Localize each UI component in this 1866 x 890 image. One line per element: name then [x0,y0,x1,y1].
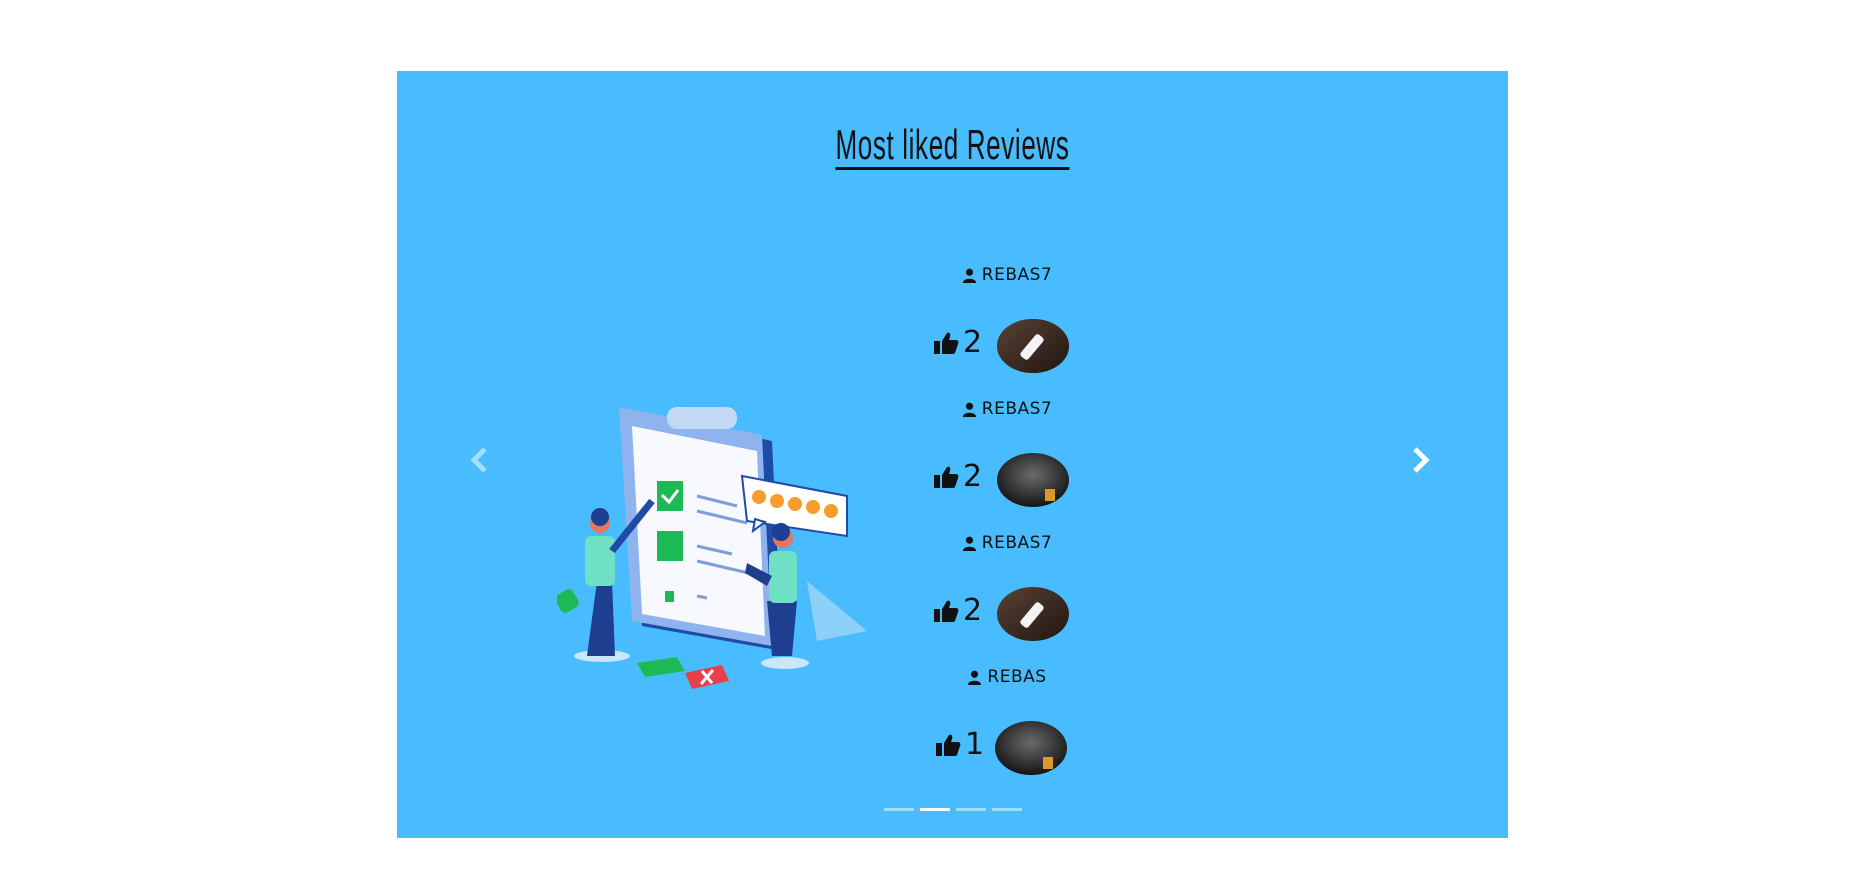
like-count: 2 [963,325,983,360]
thumbs-up-icon [934,332,959,354]
review-image[interactable] [995,721,1067,775]
review-item: REBAS7 2 [857,399,1157,533]
review-user[interactable]: REBAS7 [857,533,1157,553]
thumbs-up-icon [936,734,961,756]
user-icon [968,670,982,685]
review-likes[interactable]: 2 [933,459,982,494]
thumbs-up-icon [934,466,959,488]
review-username: REBAS7 [981,533,1053,553]
chevron-left-icon [470,447,487,473]
user-icon [962,402,976,417]
like-count: 2 [963,593,983,628]
carousel-indicators [397,808,1508,811]
review-user[interactable]: REBAS [857,667,1157,687]
carousel-indicator[interactable] [991,808,1022,811]
user-icon [962,268,976,283]
like-count: 2 [963,459,983,494]
review-user[interactable]: REBAS7 [857,399,1157,419]
carousel-indicator[interactable] [955,808,986,811]
like-count: 1 [965,727,985,762]
review-image[interactable] [997,587,1069,641]
reviews-carousel: Most liked Reviews REBAS7 2 REBAS7 2 REB… [397,71,1508,838]
reviews-list: REBAS7 2 REBAS7 2 REBAS7 2 REBAS 1 [857,265,1157,801]
review-item: REBAS7 2 [857,533,1157,667]
section-title: Most liked Reviews [835,121,1070,168]
carousel-prev-button[interactable] [467,443,491,477]
carousel-indicator[interactable] [883,808,914,811]
review-likes[interactable]: 2 [933,593,982,628]
review-likes[interactable]: 1 [935,727,984,762]
review-checklist-illustration [557,407,867,689]
review-username: REBAS [987,667,1047,687]
thumbs-up-icon [934,600,959,622]
user-icon [962,536,976,551]
carousel-next-button[interactable] [1409,443,1433,477]
carousel-indicator-active[interactable] [919,808,950,811]
review-username: REBAS7 [981,265,1053,285]
review-item: REBAS7 2 [857,265,1157,399]
review-item: REBAS 1 [857,667,1157,801]
chevron-right-icon [1413,447,1430,473]
review-likes[interactable]: 2 [933,325,982,360]
review-image[interactable] [997,319,1069,373]
review-image[interactable] [997,453,1069,507]
review-username: REBAS7 [981,399,1053,419]
review-user[interactable]: REBAS7 [857,265,1157,285]
